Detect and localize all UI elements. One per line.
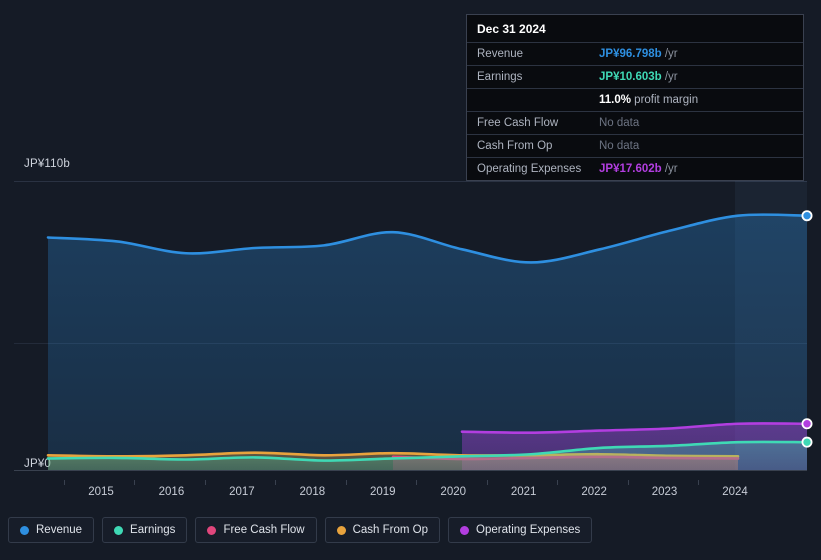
legend-color-dot bbox=[336, 525, 346, 535]
tooltip-value-number: No data bbox=[599, 140, 640, 152]
x-axis-label: 2018 bbox=[299, 486, 326, 498]
tooltip-row: Revenue JP¥96.798b /yr bbox=[467, 42, 803, 65]
tooltip-row-label: Cash From Op bbox=[477, 140, 553, 152]
tooltip-row-value: No data bbox=[599, 116, 639, 130]
tooltip-row: Free Cash Flow No data bbox=[467, 111, 803, 134]
chart-plot-area[interactable]: JP¥110b JP¥0 bbox=[0, 158, 821, 480]
series-endpoint-revenue[interactable] bbox=[801, 210, 813, 222]
x-axis-label: 2015 bbox=[88, 486, 114, 498]
x-axis-label: 2023 bbox=[651, 486, 678, 498]
x-axis-tick bbox=[345, 480, 347, 485]
tooltip-row-label: Operating Expenses bbox=[477, 163, 582, 175]
x-axis-tick bbox=[416, 480, 418, 485]
series-endpoint-operating-expenses[interactable] bbox=[801, 418, 813, 430]
x-axis-label: 2020 bbox=[440, 486, 467, 498]
legend-item-free-cash-flow[interactable]: Free Cash Flow bbox=[195, 517, 317, 543]
tooltip-value-suffix: profit margin bbox=[630, 94, 699, 106]
tooltip-value-suffix: /yr bbox=[661, 48, 678, 60]
legend-item-revenue[interactable]: Revenue bbox=[8, 517, 95, 543]
tooltip-row-value: 11.0% profit margin bbox=[599, 93, 698, 107]
legend-item-operating-expenses[interactable]: Operating Expenses bbox=[448, 517, 593, 543]
tooltip-row-label: Revenue bbox=[477, 48, 524, 60]
x-axis-tick bbox=[698, 480, 699, 485]
legend-label: Earnings bbox=[130, 524, 176, 536]
tooltip-rows: Revenue JP¥96.798b /yr Earnings JP¥10.603b … bbox=[467, 42, 803, 180]
x-axis-tick bbox=[486, 480, 488, 485]
data-tooltip: Dec 31 2024 Revenue JP¥96.798b /yr Earning… bbox=[466, 14, 804, 181]
legend-item-cash-from-op[interactable]: Cash From Op bbox=[324, 517, 441, 543]
x-axis-label: 2016 bbox=[158, 486, 185, 498]
x-axis-label: 2022 bbox=[581, 486, 607, 498]
x-axis-tick bbox=[134, 480, 136, 485]
series-svg bbox=[46, 210, 813, 470]
legend-label: Free Cash Flow bbox=[223, 524, 305, 536]
x-axis-tick bbox=[275, 480, 277, 485]
tooltip-row: Operating Expenses JP¥17.602b /yr bbox=[467, 157, 803, 180]
legend-label: Revenue bbox=[36, 524, 83, 536]
tooltip-row-value: JP¥96.798b /yr bbox=[599, 47, 678, 61]
legend-label: Cash From Op bbox=[352, 524, 429, 536]
tooltip-row-value: No data bbox=[599, 139, 639, 153]
tooltip-row: Cash From Op No data bbox=[467, 134, 803, 157]
chart-legend: Revenue Earnings Free Cash Flow Cash From O… bbox=[8, 517, 593, 543]
x-axis-tick bbox=[204, 480, 206, 485]
legend-color-dot bbox=[114, 525, 124, 535]
tooltip-value-suffix: /yr bbox=[661, 163, 678, 175]
tooltip-row: Earnings JP¥10.603b /yr bbox=[467, 65, 803, 88]
tooltip-row-value: JP¥17.602b /yr bbox=[599, 162, 678, 176]
tooltip-value-number: No data bbox=[599, 117, 640, 129]
tooltip-row-label: Earnings bbox=[477, 71, 523, 83]
tooltip-row: 11.0% profit margin bbox=[467, 88, 803, 111]
x-axis-tick bbox=[557, 480, 559, 485]
tooltip-date: Dec 31 2024 bbox=[477, 22, 546, 36]
legend-color-dot bbox=[20, 525, 29, 535]
tooltip-value-number: JP¥96.798b bbox=[599, 48, 662, 60]
legend-color-dot bbox=[460, 525, 470, 535]
legend-color-dot bbox=[207, 525, 217, 535]
x-axis-label: 2021 bbox=[510, 486, 537, 498]
tooltip-value-suffix: /yr bbox=[661, 71, 678, 83]
legend-item-earnings[interactable]: Earnings bbox=[102, 517, 188, 543]
tooltip-value-number: JP¥17.602b bbox=[599, 163, 662, 175]
series-endpoint-earnings[interactable] bbox=[801, 436, 813, 448]
legend-label: Operating Expenses bbox=[476, 524, 581, 536]
x-axis-label: 2024 bbox=[722, 486, 748, 498]
x-axis: 2015 2016 2017 2018 2019 2020 2021 2022 2023 2024 bbox=[0, 480, 821, 510]
x-axis-label: 2019 bbox=[369, 486, 396, 498]
chart-page: JP¥110b JP¥0 2015 2016 2017 2018 2019 2020 202… bbox=[0, 0, 821, 560]
x-axis-label: 2017 bbox=[229, 486, 255, 498]
x-axis-tick bbox=[64, 480, 65, 485]
tooltip-value-number: 11.0% bbox=[599, 94, 631, 106]
tooltip-row-value: JP¥10.603b /yr bbox=[599, 70, 678, 84]
x-axis-tick bbox=[627, 480, 629, 485]
tooltip-value-number: JP¥10.603b bbox=[599, 71, 662, 83]
tooltip-row-label: Free Cash Flow bbox=[477, 117, 559, 129]
